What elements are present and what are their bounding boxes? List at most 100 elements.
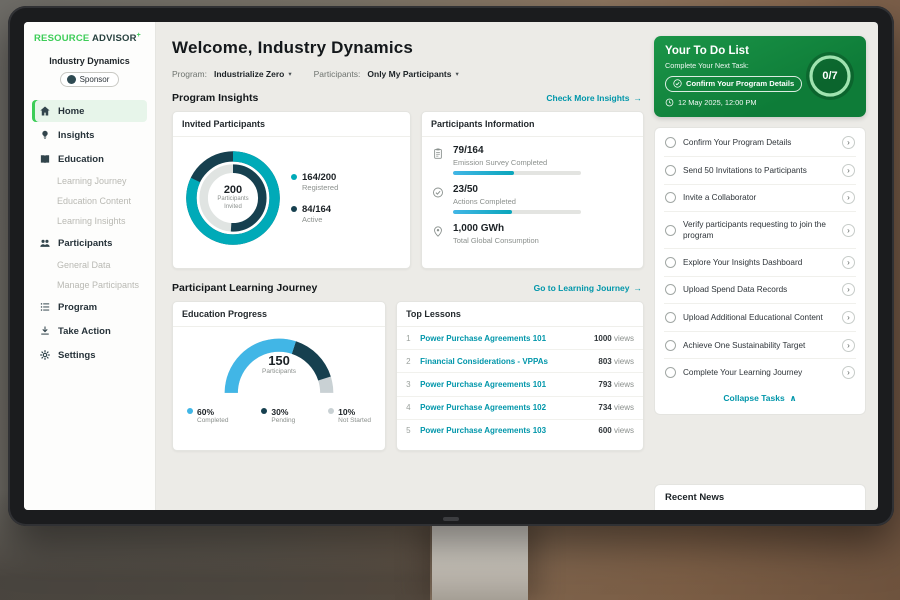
check-more-insights-link[interactable]: Check More Insights → xyxy=(546,93,642,103)
chevron-right-icon[interactable]: › xyxy=(842,256,855,269)
sidebar-item-participants[interactable]: Participants xyxy=(32,232,147,254)
collapse-tasks-link[interactable]: Collapse Tasks ∧ xyxy=(664,386,856,412)
sidebar-item-general-data[interactable]: General Data xyxy=(32,256,147,274)
sidebar-item-label: Learning Insights xyxy=(57,216,126,226)
task-checkbox[interactable] xyxy=(665,312,676,323)
task-row[interactable]: Confirm Your Program Details › xyxy=(664,130,856,158)
lesson-row: 5 Power Purchase Agreements 103 600 view… xyxy=(397,420,643,442)
task-checkbox[interactable] xyxy=(665,192,676,203)
lesson-row: 3 Power Purchase Agreements 101 793 view… xyxy=(397,373,643,396)
sidebar-item-program[interactable]: Program xyxy=(32,296,147,318)
lesson-link[interactable]: Financial Considerations - VPPAs xyxy=(420,357,591,366)
sidebar-item-settings[interactable]: Settings xyxy=(32,344,147,366)
check-circle-icon xyxy=(673,79,682,88)
people-icon xyxy=(39,237,51,249)
lesson-link[interactable]: Power Purchase Agreements 101 xyxy=(420,380,591,389)
task-checkbox[interactable] xyxy=(665,257,676,268)
sidebar-item-home[interactable]: Home xyxy=(32,100,147,122)
task-row[interactable]: Send 50 Invitations to Participants › xyxy=(664,157,856,185)
chevron-right-icon[interactable]: › xyxy=(842,311,855,324)
program-select-value: Industrialize Zero xyxy=(214,69,284,79)
dashboard-screen: RESOURCE ADVISOR+ Industry Dynamics Spon… xyxy=(24,22,878,510)
section-title: Program Insights xyxy=(172,92,258,104)
sidebar-item-manage-participants[interactable]: Manage Participants xyxy=(32,276,147,294)
monitor-bezel: RESOURCE ADVISOR+ Industry Dynamics Spon… xyxy=(8,6,894,526)
chevron-right-icon[interactable]: › xyxy=(842,224,855,237)
task-checkbox[interactable] xyxy=(665,340,676,351)
task-row[interactable]: Upload Additional Educational Content › xyxy=(664,304,856,332)
education-progress-card: Education Progress 150 Participants xyxy=(172,301,386,451)
program-select[interactable]: Industrialize Zero ▾ xyxy=(214,69,292,79)
invited-donut-chart: 200 Participants Invited xyxy=(181,146,285,250)
next-task-pill[interactable]: Confirm Your Program Details xyxy=(665,76,802,92)
sidebar-item-learning-insights[interactable]: Learning Insights xyxy=(32,212,147,230)
page-title: Welcome, Industry Dynamics xyxy=(172,38,644,58)
task-checkbox[interactable] xyxy=(665,367,676,378)
task-row[interactable]: Achieve One Sustainability Target › xyxy=(664,332,856,360)
lesson-link[interactable]: Power Purchase Agreements 103 xyxy=(420,426,591,435)
gauge-legend: 60% Completed 30% Pending xyxy=(173,399,385,424)
sponsor-label: Sponsor xyxy=(80,75,110,84)
lightbulb-icon xyxy=(39,129,51,141)
sidebar-item-label: Program xyxy=(58,302,97,313)
stat-row: 1,000 GWh Total Global Consumption xyxy=(422,215,643,250)
gauge-center-label: Participants xyxy=(173,368,385,375)
task-row[interactable]: Complete Your Learning Journey › xyxy=(664,359,856,386)
donut-center-label: Participants Invited xyxy=(211,196,255,212)
sidebar-item-take-action[interactable]: Take Action xyxy=(32,320,147,342)
sponsor-badge: Sponsor xyxy=(60,72,120,87)
todo-summary-card: Your To Do List Complete Your Next Task:… xyxy=(654,36,866,117)
education-gauge-chart: 150 Participants xyxy=(173,327,385,399)
sidebar-item-label: Home xyxy=(58,106,84,117)
progress-bar xyxy=(453,171,581,175)
sidebar: RESOURCE ADVISOR+ Industry Dynamics Spon… xyxy=(24,22,156,510)
sidebar-item-insights[interactable]: Insights xyxy=(32,124,147,146)
logo-primary: RESOURCE xyxy=(34,33,89,44)
chevron-right-icon[interactable]: › xyxy=(842,339,855,352)
clock-icon xyxy=(665,98,674,107)
book-icon xyxy=(39,153,51,165)
app-logo: RESOURCE ADVISOR+ xyxy=(32,32,147,44)
sidebar-item-education[interactable]: Education xyxy=(32,148,147,170)
participants-select-value: Only My Participants xyxy=(367,69,451,79)
chevron-right-icon[interactable]: › xyxy=(842,164,855,177)
task-checkbox[interactable] xyxy=(665,284,676,295)
card-title: Invited Participants xyxy=(173,112,410,137)
participants-select[interactable]: Only My Participants ▾ xyxy=(367,69,458,79)
legend-item: 30% Pending xyxy=(261,407,295,424)
task-checkbox[interactable] xyxy=(665,225,676,236)
bezel-logo xyxy=(443,517,459,521)
chevron-right-icon[interactable]: › xyxy=(842,191,855,204)
monitor-stand xyxy=(432,522,528,600)
sidebar-item-learning-journey[interactable]: Learning Journey xyxy=(32,172,147,190)
chevron-right-icon[interactable]: › xyxy=(842,283,855,296)
participants-filter-label: Participants: xyxy=(314,69,361,79)
chevron-right-icon[interactable]: › xyxy=(842,136,855,149)
sponsor-icon xyxy=(67,75,76,84)
recent-news-header[interactable]: Recent News xyxy=(654,484,866,510)
program-filter-label: Program: xyxy=(172,69,207,79)
lesson-link[interactable]: Power Purchase Agreements 102 xyxy=(420,403,591,412)
learning-cards-row: Education Progress 150 Participants xyxy=(172,301,644,451)
lesson-link[interactable]: Power Purchase Agreements 101 xyxy=(420,334,587,343)
task-row[interactable]: Invite a Collaborator › xyxy=(664,185,856,213)
task-row[interactable]: Explore Your Insights Dashboard › xyxy=(664,249,856,277)
card-title: Top Lessons xyxy=(397,302,643,327)
task-row[interactable]: Upload Spend Data Records › xyxy=(664,277,856,305)
task-checkbox[interactable] xyxy=(665,165,676,176)
legend-dot xyxy=(291,206,297,212)
task-checkbox[interactable] xyxy=(665,137,676,148)
logo-plus: + xyxy=(137,32,141,39)
download-tray-icon xyxy=(39,325,51,337)
lesson-row: 4 Power Purchase Agreements 102 734 view… xyxy=(397,397,643,420)
task-row[interactable]: Verify participants requesting to join t… xyxy=(664,212,856,249)
org-name: Industry Dynamics xyxy=(32,56,147,66)
sidebar-item-label: Take Action xyxy=(58,326,111,337)
go-to-learning-journey-link[interactable]: Go to Learning Journey → xyxy=(534,283,642,293)
stat-row: 79/164 Emission Survey Completed xyxy=(422,137,643,176)
sidebar-item-label: Education Content xyxy=(57,196,131,206)
chevron-right-icon[interactable]: › xyxy=(842,366,855,379)
stat-row: 23/50 Actions Completed xyxy=(422,176,643,215)
gear-icon xyxy=(39,349,51,361)
sidebar-item-education-content[interactable]: Education Content xyxy=(32,192,147,210)
